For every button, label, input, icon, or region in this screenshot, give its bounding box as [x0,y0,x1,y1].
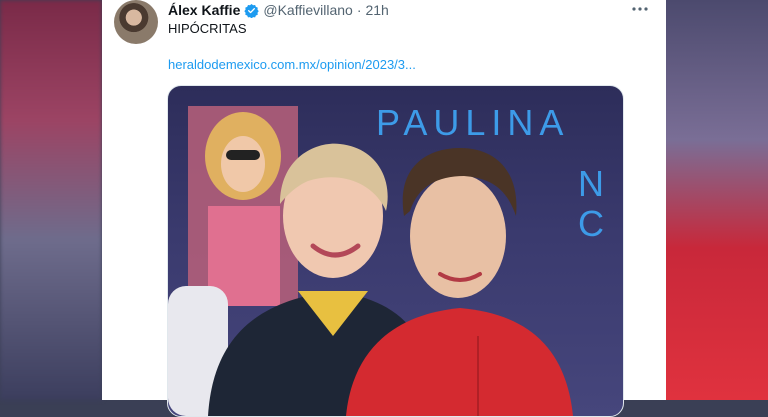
tweet-header: Álex Kaffie @Kaffievillano · 21h [168,1,389,19]
tweet-link[interactable]: heraldodemexico.com.mx/opinion/2023/3... [168,57,416,72]
tweet-body-text: HIPÓCRITAS [168,21,247,36]
tweet-timestamp[interactable]: 21h [365,2,388,18]
tweet-card[interactable]: Álex Kaffie @Kaffievillano · 21h HIPÓCRI… [102,0,666,417]
author-handle[interactable]: @Kaffievillano [263,2,352,18]
svg-text:N: N [578,163,604,204]
svg-text:C: C [578,203,604,244]
header-separator: · [356,2,362,18]
background-left-panel [0,0,102,400]
tweet-media-photo[interactable]: N C PAULINA [167,85,624,417]
photo-banner-text: PAULINA [376,102,570,143]
author-name[interactable]: Álex Kaffie [168,2,240,18]
author-avatar[interactable] [114,0,158,44]
verified-badge-icon [244,3,260,18]
background-right-panel [666,0,768,400]
more-options-icon[interactable] [628,0,652,18]
